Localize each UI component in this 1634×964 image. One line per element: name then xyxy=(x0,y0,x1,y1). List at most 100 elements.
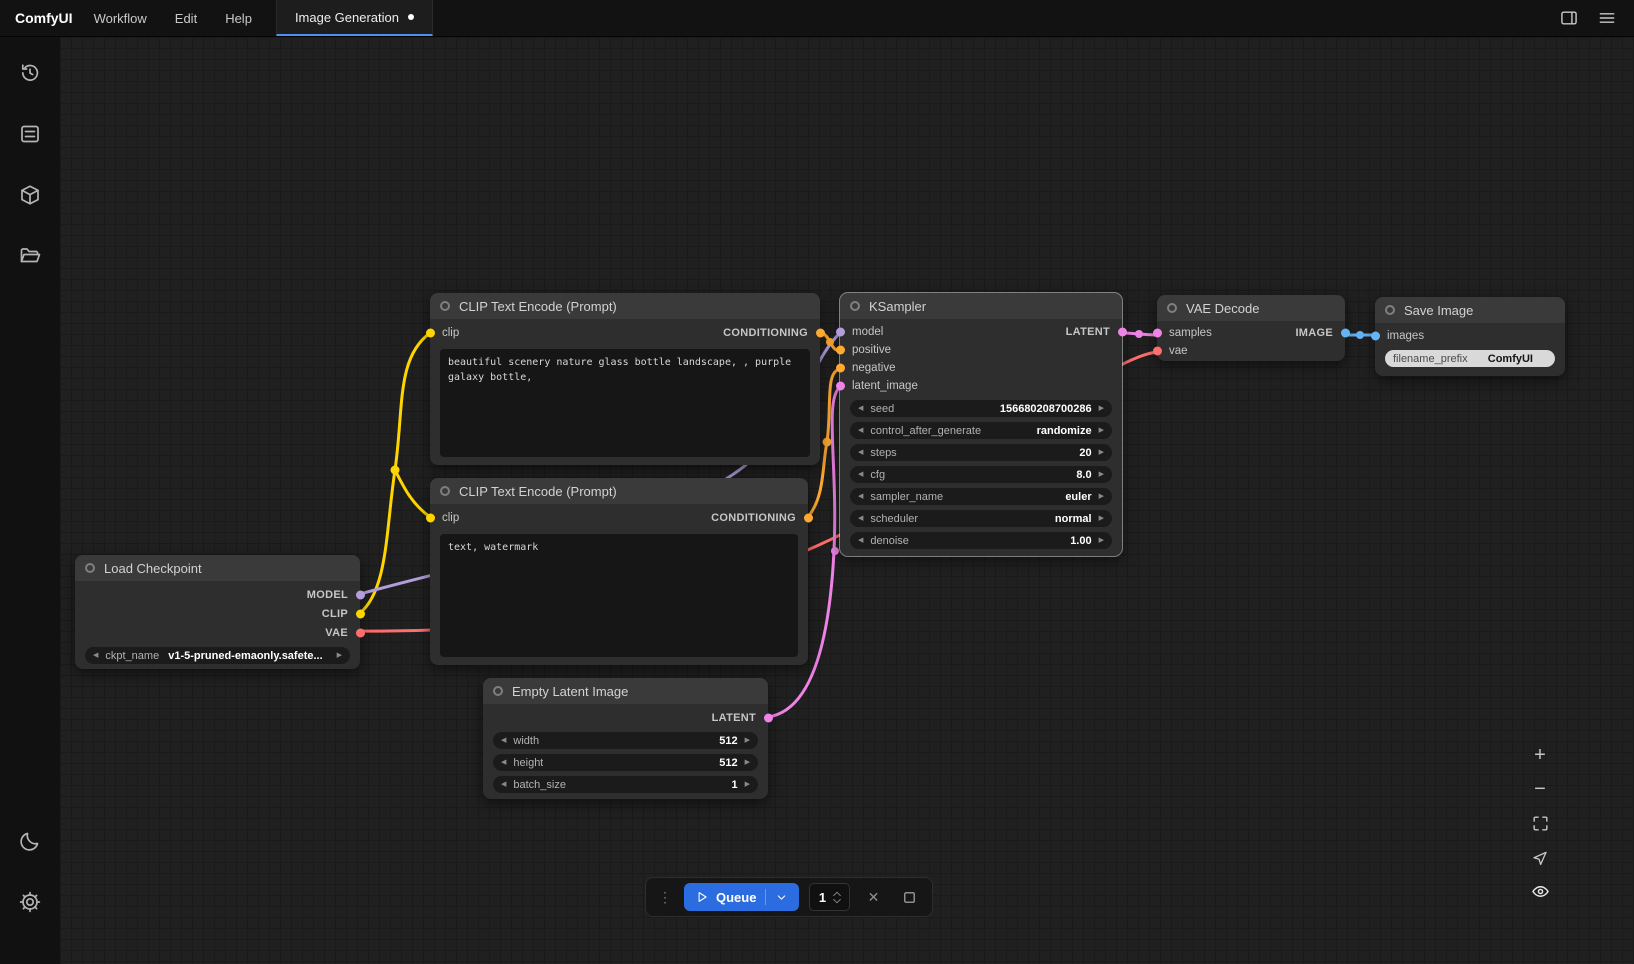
widget-height[interactable]: ◀ height 512 ▶ xyxy=(493,754,758,771)
decrement-chevron-icon[interactable] xyxy=(832,898,842,905)
decrement-arrow-icon[interactable]: ◀ xyxy=(858,537,863,544)
widget-seed[interactable]: ◀ seed 156680208700286 ▶ xyxy=(850,400,1112,417)
decrement-arrow-icon[interactable]: ◀ xyxy=(501,737,506,744)
output-slot-clip[interactable] xyxy=(356,609,365,618)
prev-value-arrow-icon[interactable]: ◀ xyxy=(858,515,863,522)
widget-batch-size[interactable]: ◀ batch_size 1 ▶ xyxy=(493,776,758,793)
output-slot-model[interactable] xyxy=(356,590,365,599)
node-vae-decode[interactable]: VAE Decode samples IMAGE vae xyxy=(1157,295,1345,361)
increment-arrow-icon[interactable]: ▶ xyxy=(1099,471,1104,478)
prev-value-arrow-icon[interactable]: ◀ xyxy=(858,493,863,500)
prev-value-arrow-icon[interactable]: ◀ xyxy=(93,652,98,659)
fit-view-button[interactable] xyxy=(1524,809,1556,838)
sidebar-item-model-library[interactable] xyxy=(8,173,52,217)
input-slot-model[interactable] xyxy=(836,328,845,337)
sidebar-item-settings[interactable] xyxy=(8,880,52,924)
node-header[interactable]: VAE Decode xyxy=(1157,295,1345,321)
input-slot-latent-image[interactable] xyxy=(836,382,845,391)
node-ksampler[interactable]: KSampler model LATENT positive negative xyxy=(840,293,1122,556)
input-slot-positive[interactable] xyxy=(836,346,845,355)
select-mode-button[interactable] xyxy=(1524,843,1556,872)
widget-cfg[interactable]: ◀ cfg 8.0 ▶ xyxy=(850,466,1112,483)
sidebar-item-node-library[interactable] xyxy=(8,112,52,156)
prompt-textarea[interactable]: beautiful scenery nature glass bottle la… xyxy=(440,349,810,457)
node-header[interactable]: Save Image xyxy=(1375,297,1565,323)
increment-arrow-icon[interactable]: ▶ xyxy=(1099,405,1104,412)
input-slot-clip[interactable] xyxy=(426,514,435,523)
widget-sampler-name[interactable]: ◀ sampler_name euler ▶ xyxy=(850,488,1112,505)
output-slot-conditioning[interactable] xyxy=(816,329,825,338)
next-value-arrow-icon[interactable]: ▶ xyxy=(337,652,342,659)
node-header[interactable]: Empty Latent Image xyxy=(483,678,768,704)
sidebar-item-queue-history[interactable] xyxy=(8,51,52,95)
widget-control-after-generate[interactable]: ◀ control_after_generate randomize ▶ xyxy=(850,422,1112,439)
hamburger-menu-button[interactable] xyxy=(1592,4,1622,32)
node-clip-text-encode-negative[interactable]: CLIP Text Encode (Prompt) clip CONDITION… xyxy=(430,478,808,665)
zoom-in-button[interactable]: + xyxy=(1524,741,1556,770)
widget-ckpt-name[interactable]: ◀ ckpt_name v1-5-pruned-emaonly.safete..… xyxy=(85,647,350,664)
output-slot-vae[interactable] xyxy=(356,628,365,637)
output-slot-image[interactable] xyxy=(1341,329,1350,338)
input-slot-clip[interactable] xyxy=(426,329,435,338)
input-slot-images[interactable] xyxy=(1371,332,1380,341)
increment-arrow-icon[interactable]: ▶ xyxy=(745,781,750,788)
increment-chevron-icon[interactable] xyxy=(832,890,842,897)
batch-count-spinner[interactable]: 1 xyxy=(809,883,850,911)
node-header[interactable]: CLIP Text Encode (Prompt) xyxy=(430,293,820,319)
output-slot-latent[interactable] xyxy=(1118,328,1127,337)
collapse-dot-icon[interactable] xyxy=(493,686,503,696)
widget-scheduler[interactable]: ◀ scheduler normal ▶ xyxy=(850,510,1112,527)
node-header[interactable]: Load Checkpoint xyxy=(75,555,360,581)
next-value-arrow-icon[interactable]: ▶ xyxy=(1099,515,1104,522)
tab-image-generation[interactable]: Image Generation xyxy=(276,0,433,36)
menu-help[interactable]: Help xyxy=(225,11,252,26)
drag-handle[interactable]: ⋮ xyxy=(656,889,674,906)
increment-arrow-icon[interactable]: ▶ xyxy=(745,737,750,744)
collapse-dot-icon[interactable] xyxy=(1385,305,1395,315)
collapse-dot-icon[interactable] xyxy=(440,301,450,311)
widget-steps[interactable]: ◀ steps 20 ▶ xyxy=(850,444,1112,461)
collapse-dot-icon[interactable] xyxy=(440,486,450,496)
node-header[interactable]: KSampler xyxy=(840,293,1122,319)
widget-denoise[interactable]: ◀ denoise 1.00 ▶ xyxy=(850,532,1112,549)
input-slot-samples[interactable] xyxy=(1153,329,1162,338)
menu-edit[interactable]: Edit xyxy=(175,11,197,26)
next-value-arrow-icon[interactable]: ▶ xyxy=(1099,427,1104,434)
decrement-arrow-icon[interactable]: ◀ xyxy=(501,781,506,788)
node-clip-text-encode-positive[interactable]: CLIP Text Encode (Prompt) clip CONDITION… xyxy=(430,293,820,465)
toggle-link-visibility-button[interactable] xyxy=(1524,877,1556,906)
node-header[interactable]: CLIP Text Encode (Prompt) xyxy=(430,478,808,504)
next-value-arrow-icon[interactable]: ▶ xyxy=(1099,493,1104,500)
zoom-out-button[interactable]: − xyxy=(1524,775,1556,804)
increment-arrow-icon[interactable]: ▶ xyxy=(1099,537,1104,544)
collapse-dot-icon[interactable] xyxy=(850,301,860,311)
queue-button[interactable]: Queue xyxy=(684,883,799,911)
queue-dropdown-chevron-icon[interactable] xyxy=(775,891,788,904)
node-canvas[interactable]: Load Checkpoint MODEL CLIP VAE ◀ ckpt_na xyxy=(60,37,1634,964)
output-slot-latent[interactable] xyxy=(764,713,773,722)
clear-queue-button[interactable]: ✕ xyxy=(860,884,886,910)
panel-toggle-button[interactable] xyxy=(1554,4,1584,32)
increment-arrow-icon[interactable]: ▶ xyxy=(745,759,750,766)
input-slot-vae[interactable] xyxy=(1153,347,1162,356)
increment-arrow-icon[interactable]: ▶ xyxy=(1099,449,1104,456)
widget-filename-prefix[interactable]: filename_prefix ComfyUI xyxy=(1385,350,1555,367)
collapse-dot-icon[interactable] xyxy=(85,563,95,573)
prev-value-arrow-icon[interactable]: ◀ xyxy=(858,427,863,434)
node-empty-latent-image[interactable]: Empty Latent Image LATENT ◀ width 512 ▶ … xyxy=(483,678,768,799)
sidebar-item-theme-toggle[interactable] xyxy=(8,819,52,863)
menu-workflow[interactable]: Workflow xyxy=(94,11,147,26)
interrupt-button[interactable] xyxy=(896,884,922,910)
node-load-checkpoint[interactable]: Load Checkpoint MODEL CLIP VAE ◀ ckpt_na xyxy=(75,555,360,669)
widget-width[interactable]: ◀ width 512 ▶ xyxy=(493,732,758,749)
decrement-arrow-icon[interactable]: ◀ xyxy=(858,405,863,412)
decrement-arrow-icon[interactable]: ◀ xyxy=(858,471,863,478)
collapse-dot-icon[interactable] xyxy=(1167,303,1177,313)
decrement-arrow-icon[interactable]: ◀ xyxy=(858,449,863,456)
decrement-arrow-icon[interactable]: ◀ xyxy=(501,759,506,766)
output-slot-conditioning[interactable] xyxy=(804,514,813,523)
sidebar-item-workflows[interactable] xyxy=(8,234,52,278)
prompt-textarea[interactable]: text, watermark xyxy=(440,534,798,657)
node-save-image[interactable]: Save Image images filename_prefix ComfyU… xyxy=(1375,297,1565,376)
input-slot-negative[interactable] xyxy=(836,364,845,373)
